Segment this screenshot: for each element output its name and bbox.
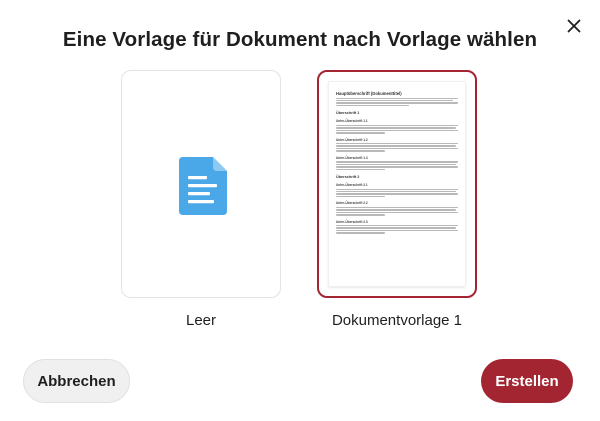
template-card-document-template-1[interactable]: Hauptüberschrift (Dokumenttitel) Übersch…	[317, 70, 477, 298]
preview-section-2: Überschrift 2	[336, 175, 360, 179]
preview-section-1: Überschrift 1	[336, 111, 360, 116]
preview-sub-1-2: Unter-Überschrift 1.2	[336, 137, 368, 142]
preview-sub-2-3: Unter-Überschrift 2.3	[336, 219, 368, 224]
cancel-button[interactable]: Abbrechen	[23, 359, 130, 403]
preview-sub-2-1: Unter-Überschrift 2.1	[336, 183, 368, 187]
preview-sub-1-3: Unter-Überschrift 1.3	[336, 155, 368, 160]
preview-sub-1-1: Unter-Überschrift 1.1	[336, 119, 368, 124]
template-label-blank: Leer	[185, 312, 217, 329]
template-dialog: Eine Vorlage für Dokument nach Vorlage w…	[0, 0, 600, 421]
preview-sub-2-2: Unter-Überschrift 2.2	[336, 201, 368, 206]
document-icon	[179, 157, 227, 215]
template-card-blank[interactable]	[121, 70, 281, 298]
dialog-title: Eine Vorlage für Dokument nach Vorlage w…	[62, 28, 538, 51]
preview-heading: Hauptüberschrift (Dokumenttitel)	[336, 91, 402, 96]
template-label-document-template-1: Dokumentvorlage 1	[331, 312, 463, 329]
template-preview-page: Hauptüberschrift (Dokumenttitel) Übersch…	[329, 82, 465, 286]
create-button[interactable]: Erstellen	[481, 359, 573, 403]
